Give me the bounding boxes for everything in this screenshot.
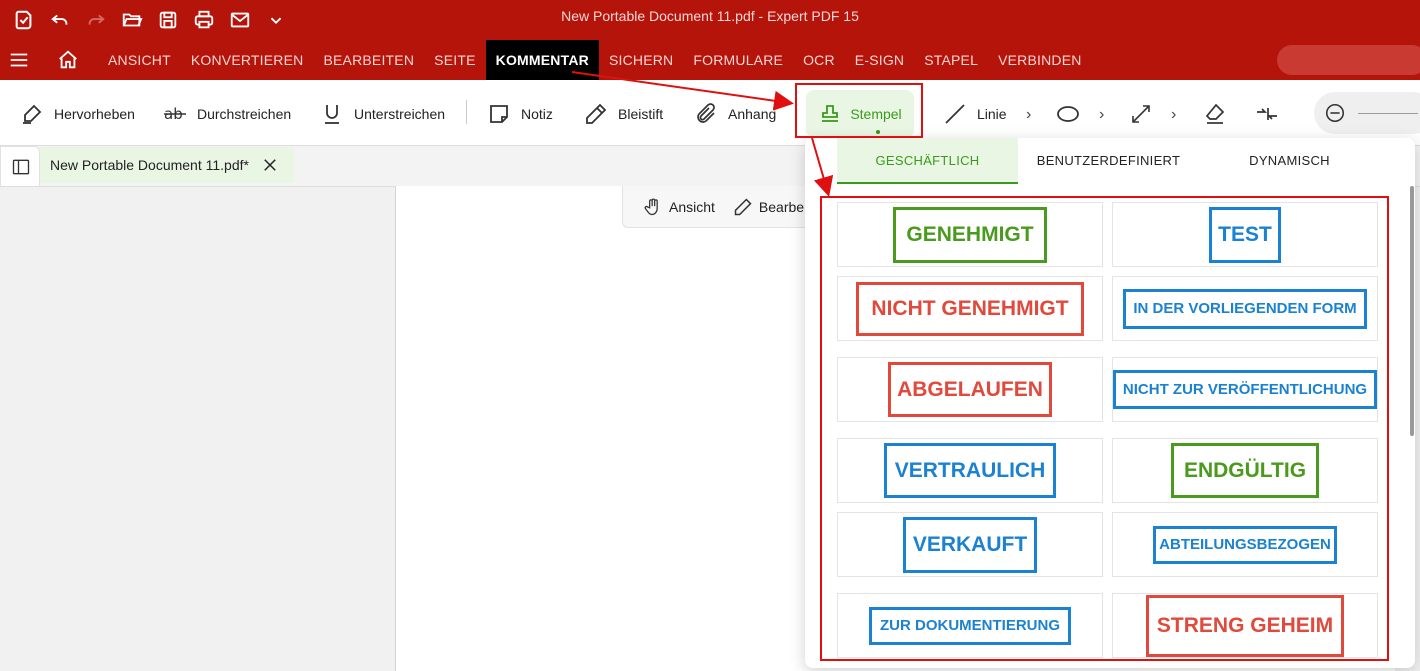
underline-label: Unterstreichen	[354, 106, 446, 122]
chevron-down-icon[interactable]	[258, 0, 294, 40]
hamburger-menu-icon[interactable]	[0, 40, 38, 80]
edit-mode-label: Bearbei	[758, 198, 808, 215]
menu-sichern[interactable]: SICHERN	[599, 40, 683, 80]
ellipse-icon	[1057, 106, 1079, 122]
pencil-button[interactable]: Bleistift	[584, 100, 663, 128]
pencil-icon	[586, 103, 607, 124]
view-mode-label: Ansicht	[669, 198, 715, 215]
comment-ribbon: Hervorheben ab Durchstreichen Unterstrei…	[0, 80, 1420, 146]
strikethrough-icon: ab	[164, 105, 186, 123]
attachment-label: Anhang	[728, 106, 777, 122]
annotation-stamp-highlight	[795, 83, 923, 138]
underline-icon	[325, 105, 339, 124]
ellipse-button[interactable]	[1056, 100, 1090, 128]
menu-ocr[interactable]: OCR	[793, 40, 845, 80]
hand-icon	[644, 198, 658, 215]
stamp-panel-scrollbar[interactable]	[1410, 186, 1414, 436]
underline-button[interactable]: Unterstreichen	[320, 100, 445, 128]
search-input[interactable]	[1277, 45, 1420, 75]
document-tab-label: New Portable Document 11.pdf*	[50, 157, 249, 173]
measure-options-chevron-icon[interactable]: ›	[1171, 106, 1176, 124]
menu-formulare[interactable]: FORMULARE	[683, 40, 793, 80]
line-button[interactable]: Linie	[943, 100, 1007, 128]
save-icon[interactable]	[150, 0, 186, 40]
highlighter-icon	[23, 104, 42, 124]
title-bar: New Portable Document 11.pdf - Expert PD…	[0, 0, 1420, 40]
menu-e-sign[interactable]: E-SIGN	[845, 40, 914, 80]
measure-icon	[1132, 105, 1150, 123]
note-icon	[490, 105, 508, 123]
ribbon-divider	[466, 100, 467, 124]
shape-options-chevron-icon[interactable]: ›	[1099, 106, 1104, 124]
menu-verbinden[interactable]: VERBINDEN	[988, 40, 1091, 80]
eraser-icon	[1205, 103, 1225, 124]
view-mode-button[interactable]: Ansicht	[643, 197, 715, 217]
menu-ansicht[interactable]: ANSICHT	[98, 40, 181, 80]
pencil-icon	[734, 197, 752, 215]
tab-custom[interactable]: BENUTZERDEFINIERT	[1018, 138, 1199, 184]
attachment-button[interactable]: Anhang	[694, 100, 776, 128]
open-folder-icon[interactable]	[114, 0, 150, 40]
line-options-chevron-icon[interactable]: ›	[1026, 106, 1031, 124]
view-tools-bar: Ansicht Bearbei	[622, 186, 822, 228]
zoom-slider[interactable]	[1358, 113, 1418, 114]
highlight-button[interactable]: Hervorheben	[20, 100, 135, 128]
print-icon[interactable]	[186, 0, 222, 40]
strikethrough-button[interactable]: ab Durchstreichen	[163, 100, 291, 128]
compare-button[interactable]	[1255, 100, 1289, 128]
menu-stapel[interactable]: STAPEL	[914, 40, 988, 80]
mail-icon[interactable]	[222, 0, 258, 40]
home-icon[interactable]	[38, 40, 98, 80]
document-tab[interactable]: New Portable Document 11.pdf*	[40, 147, 294, 183]
line-icon	[945, 104, 965, 124]
collapse-arrows-icon	[1257, 108, 1277, 120]
menu-bearbeiten[interactable]: BEARBEITEN	[313, 40, 424, 80]
zoom-control	[1314, 92, 1420, 134]
tab-dynamic[interactable]: DYNAMISCH	[1199, 138, 1380, 184]
line-label: Linie	[977, 106, 1007, 122]
redo-icon[interactable]	[78, 0, 114, 40]
menu-kommentar[interactable]: KOMMENTAR	[485, 40, 599, 80]
tab-business[interactable]: GESCHÄFTLICH	[837, 138, 1018, 184]
highlight-label: Hervorheben	[54, 106, 135, 122]
undo-icon[interactable]	[42, 0, 78, 40]
sidebar-toggle-icon[interactable]	[1, 147, 41, 187]
note-label: Notiz	[521, 106, 553, 122]
note-button[interactable]: Notiz	[487, 100, 553, 128]
annotation-grid-highlight	[820, 196, 1389, 661]
quick-access-toolbar	[0, 0, 294, 40]
strikethrough-label: Durchstreichen	[197, 106, 292, 122]
app-logo-icon[interactable]	[6, 0, 42, 40]
eraser-button[interactable]	[1203, 100, 1237, 128]
zoom-out-icon[interactable]	[1324, 102, 1346, 124]
paperclip-icon	[697, 103, 715, 123]
menu-seite[interactable]: SEITE	[424, 40, 485, 80]
measure-button[interactable]	[1129, 100, 1163, 128]
edit-mode-button[interactable]: Bearbei	[733, 197, 807, 217]
pencil-label: Bleistift	[618, 106, 664, 122]
menu-konvertieren[interactable]: KONVERTIEREN	[181, 40, 314, 80]
close-icon[interactable]	[261, 156, 279, 174]
menu-bar: ANSICHT KONVERTIEREN BEARBEITEN SEITE KO…	[0, 40, 1420, 80]
